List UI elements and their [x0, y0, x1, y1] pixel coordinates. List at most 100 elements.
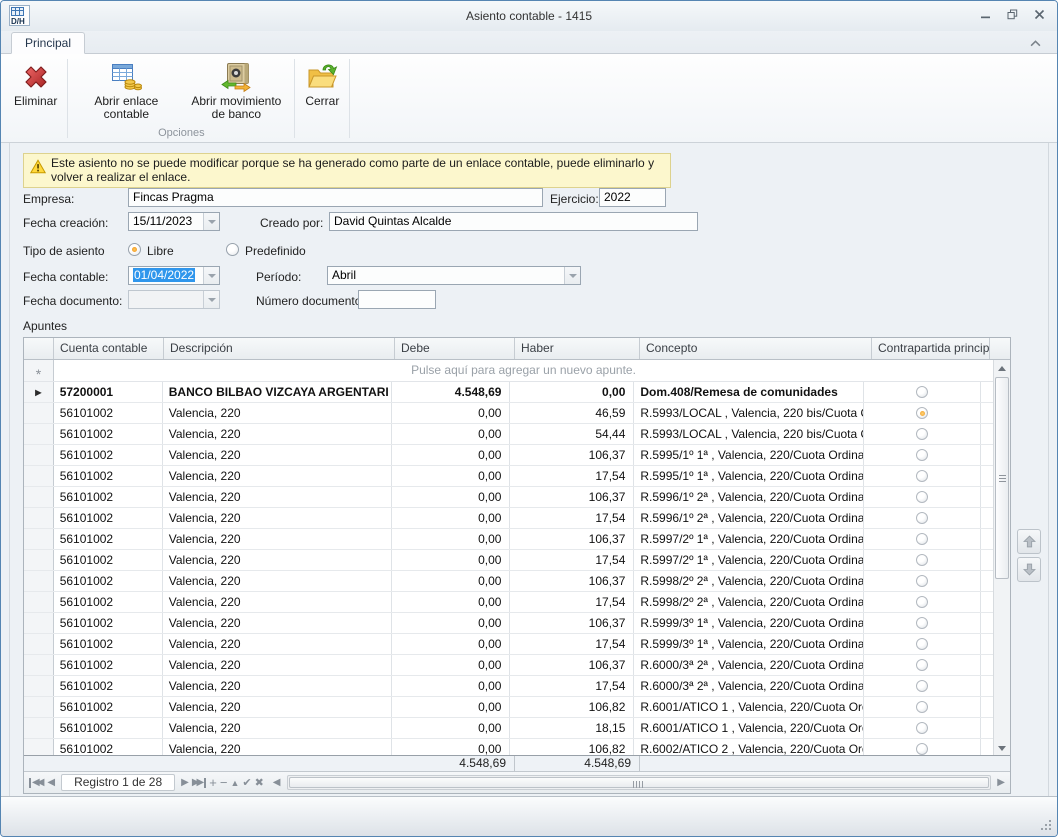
contrapartida-radio[interactable]	[916, 638, 928, 650]
table-row[interactable]: 56101002 Valencia, 220 0,00 17,54 R.5998…	[24, 592, 993, 613]
dropdown-arrow-icon[interactable]	[203, 267, 219, 284]
horizontal-scrollbar-thumb[interactable]	[289, 777, 990, 788]
dropdown-arrow-icon[interactable]	[203, 213, 219, 230]
hscroll-left-icon[interactable]: ◀	[273, 778, 281, 788]
empresa-input[interactable]: Fincas Pragma	[128, 188, 543, 207]
contrapartida-radio[interactable]	[916, 659, 928, 671]
eliminar-label: Eliminar	[14, 95, 57, 108]
table-row[interactable]: 56101002 Valencia, 220 0,00 17,54 R.5995…	[24, 466, 993, 487]
cell-cuenta-contable: 56101002	[54, 487, 163, 507]
scroll-down-icon[interactable]	[994, 740, 1010, 755]
creado-por-input[interactable]: David Quintas Alcalde	[329, 212, 698, 231]
contrapartida-radio[interactable]	[916, 701, 928, 713]
header-concepto[interactable]: Concepto	[640, 338, 872, 359]
nav-add-button[interactable]: +	[209, 778, 217, 788]
resize-grip[interactable]	[1039, 818, 1052, 831]
contrapartida-radio[interactable]	[916, 596, 928, 608]
tab-principal[interactable]: Principal	[11, 32, 85, 54]
row-indicator	[24, 697, 54, 717]
horizontal-scrollbar[interactable]	[287, 775, 992, 790]
nav-remove-button[interactable]: −	[220, 778, 228, 788]
contrapartida-radio[interactable]	[916, 428, 928, 440]
header-contrapartida[interactable]: Contrapartida principal	[872, 338, 990, 359]
vertical-scrollbar[interactable]	[993, 360, 1010, 755]
table-row[interactable]: 56101002 Valencia, 220 0,00 106,37 R.599…	[24, 571, 993, 592]
nav-post-button[interactable]: ✔	[242, 778, 251, 788]
table-row[interactable]: 56101002 Valencia, 220 0,00 54,44 R.5993…	[24, 424, 993, 445]
dropdown-arrow-icon[interactable]	[203, 291, 219, 308]
numero-documento-input[interactable]	[358, 290, 436, 309]
hscroll-right-icon[interactable]: ▶	[997, 778, 1005, 788]
table-row[interactable]: 56101002 Valencia, 220 0,00 17,54 R.5999…	[24, 634, 993, 655]
row-indicator	[24, 487, 54, 507]
abrir-enlace-contable-button[interactable]: Abrir enlace contable	[71, 57, 181, 126]
eliminar-button[interactable]: Eliminar	[7, 57, 64, 142]
contrapartida-radio[interactable]	[916, 617, 928, 629]
radio-predefinido[interactable]	[226, 243, 239, 256]
contrapartida-radio[interactable]	[916, 470, 928, 482]
fecha-documento-input[interactable]	[128, 290, 220, 309]
nav-cancel-button[interactable]: ✖	[255, 778, 264, 788]
cell-debe: 0,00	[392, 739, 511, 755]
header-cuenta-contable[interactable]: Cuenta contable	[54, 338, 164, 359]
row-indicator	[24, 445, 54, 465]
nav-previous-button[interactable]: ◀	[47, 778, 55, 788]
abrir-movimiento-banco-button[interactable]: Abrir movimiento de banco	[181, 57, 291, 126]
contrapartida-radio[interactable]	[916, 722, 928, 734]
contrapartida-radio[interactable]	[916, 743, 928, 755]
cell-contrapartida	[864, 403, 981, 423]
cell-cuenta-contable: 56101002	[54, 739, 163, 755]
dropdown-arrow-icon[interactable]	[564, 267, 580, 284]
restore-icon[interactable]	[1007, 9, 1018, 20]
radio-libre[interactable]	[128, 243, 141, 256]
contrapartida-radio[interactable]	[916, 554, 928, 566]
ribbon-collapse-button[interactable]	[1027, 36, 1043, 50]
table-row[interactable]: 56101002 Valencia, 220 0,00 106,37 R.599…	[24, 529, 993, 550]
vertical-scrollbar-thumb[interactable]	[995, 377, 1009, 579]
table-row[interactable]: ▶ 57200001 BANCO BILBAO VIZCAYA ARGENTAR…	[24, 382, 993, 403]
fecha-contable-input[interactable]: 01/04/2022	[128, 266, 220, 285]
move-row-down-button[interactable]	[1017, 557, 1041, 582]
close-icon[interactable]	[1034, 9, 1045, 20]
nav-first-button[interactable]: ◀◀	[29, 778, 44, 788]
contrapartida-radio[interactable]	[916, 575, 928, 587]
new-row[interactable]: * Pulse aquí para agregar un nuevo apunt…	[24, 360, 993, 382]
contrapartida-radio[interactable]	[916, 533, 928, 545]
table-row[interactable]: 56101002 Valencia, 220 0,00 106,82 R.600…	[24, 739, 993, 755]
periodo-input[interactable]: Abril	[327, 266, 581, 285]
table-row[interactable]: 56101002 Valencia, 220 0,00 18,15 R.6001…	[24, 718, 993, 739]
table-row[interactable]: 56101002 Valencia, 220 0,00 106,37 R.599…	[24, 613, 993, 634]
cell-haber: 106,37	[510, 655, 634, 675]
nav-edit-button[interactable]: ▲	[230, 778, 239, 788]
cell-filler	[981, 697, 993, 717]
scroll-up-icon[interactable]	[994, 360, 1010, 376]
table-row[interactable]: 56101002 Valencia, 220 0,00 17,54 R.6000…	[24, 676, 993, 697]
cell-contrapartida	[864, 613, 981, 633]
contrapartida-radio[interactable]	[916, 407, 928, 419]
table-row[interactable]: 56101002 Valencia, 220 0,00 46,59 R.5993…	[24, 403, 993, 424]
contrapartida-radio[interactable]	[916, 449, 928, 461]
cell-debe: 0,00	[392, 718, 511, 738]
table-row[interactable]: 56101002 Valencia, 220 0,00 106,37 R.599…	[24, 487, 993, 508]
header-debe[interactable]: Debe	[395, 338, 515, 359]
nav-next-button[interactable]: ▶	[181, 778, 189, 788]
table-row[interactable]: 56101002 Valencia, 220 0,00 17,54 R.5997…	[24, 550, 993, 571]
table-row[interactable]: 56101002 Valencia, 220 0,00 106,37 R.599…	[24, 445, 993, 466]
move-row-up-button[interactable]	[1017, 529, 1041, 554]
cell-filler	[981, 676, 993, 696]
table-row[interactable]: 56101002 Valencia, 220 0,00 106,82 R.600…	[24, 697, 993, 718]
nav-last-button[interactable]: ▶▶	[192, 778, 206, 788]
cell-descripcion: Valencia, 220	[163, 655, 392, 675]
fecha-creacion-input[interactable]: 15/11/2023	[128, 212, 220, 231]
table-row[interactable]: 56101002 Valencia, 220 0,00 17,54 R.5996…	[24, 508, 993, 529]
table-row[interactable]: 56101002 Valencia, 220 0,00 106,37 R.600…	[24, 655, 993, 676]
minimize-icon[interactable]	[980, 9, 991, 20]
header-descripcion[interactable]: Descripción	[164, 338, 395, 359]
contrapartida-radio[interactable]	[916, 680, 928, 692]
header-haber[interactable]: Haber	[515, 338, 640, 359]
cerrar-button[interactable]: Cerrar	[298, 57, 346, 142]
ejercicio-input[interactable]: 2022	[599, 188, 666, 207]
contrapartida-radio[interactable]	[916, 386, 928, 398]
contrapartida-radio[interactable]	[916, 491, 928, 503]
contrapartida-radio[interactable]	[916, 512, 928, 524]
